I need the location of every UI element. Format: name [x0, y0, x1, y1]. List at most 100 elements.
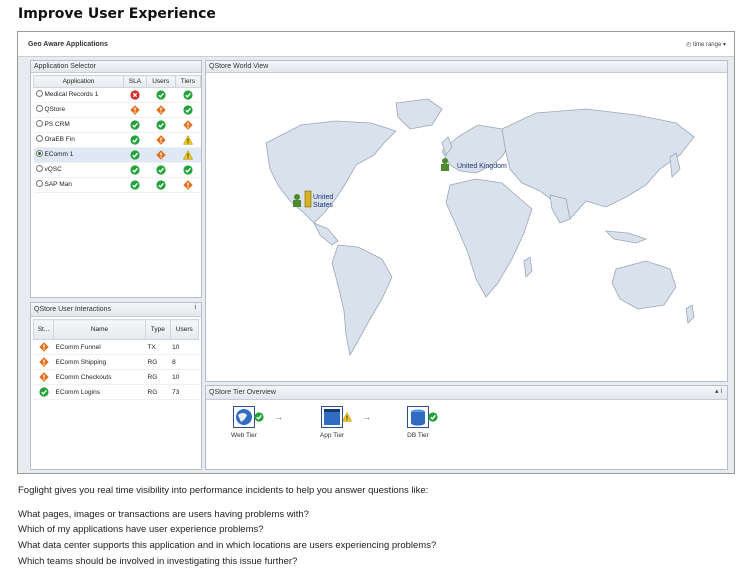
- ok-check-icon: [254, 412, 264, 422]
- critical-diamond-icon: [156, 105, 166, 115]
- tier-db-tier[interactable]: DB Tier: [396, 406, 440, 439]
- time-range-button[interactable]: ◴ time range ▾: [686, 41, 726, 48]
- interaction-type: RG: [145, 384, 171, 400]
- interaction-status-cell: [33, 384, 54, 400]
- critical-diamond-icon: [38, 357, 49, 367]
- application-row[interactable]: PS CRM: [33, 117, 201, 133]
- new-zealand-shape: [685, 304, 695, 324]
- column-status[interactable]: St...: [33, 319, 54, 340]
- column-sla[interactable]: SLA: [123, 75, 147, 88]
- interaction-status-cell: [33, 354, 54, 370]
- application-radio[interactable]: [35, 90, 43, 98]
- question-2: Which of my applications have user exper…: [18, 524, 264, 535]
- interaction-row[interactable]: EComm Funnel TX 10: [33, 339, 199, 355]
- sla-status-cell: [123, 132, 147, 148]
- application-row[interactable]: EComm 1: [33, 147, 201, 163]
- application-radio[interactable]: [35, 120, 43, 128]
- ok-check-icon: [183, 165, 193, 175]
- application-radio[interactable]: [35, 180, 43, 188]
- app-window-icon: [321, 406, 343, 428]
- application-cell: SAP Man: [33, 177, 124, 193]
- sla-status-cell: [123, 147, 147, 163]
- world-view-title: QStore World View: [206, 61, 727, 73]
- intro-text: Foglight gives you real time visibility …: [18, 485, 429, 496]
- info-icon[interactable]: i: [194, 304, 196, 311]
- application-radio[interactable]: [35, 165, 43, 173]
- question-3: What data center supports this applicati…: [18, 540, 437, 551]
- ok-check-icon: [130, 135, 140, 145]
- ok-check-icon: [428, 412, 438, 422]
- column-name[interactable]: Name: [53, 319, 146, 340]
- page-title: Improve User Experience: [18, 6, 216, 22]
- ok-check-icon: [183, 90, 193, 100]
- application-name: PS CRM: [44, 121, 70, 129]
- indonesia-shape: [604, 230, 648, 244]
- application-row[interactable]: SAP Man: [33, 177, 201, 193]
- interaction-name: EComm Logins: [53, 384, 146, 400]
- tiers-status-cell: [175, 102, 201, 118]
- application-radio[interactable]: [35, 105, 43, 113]
- application-row[interactable]: Medical Records 1: [33, 87, 201, 103]
- column-users[interactable]: Users: [169, 319, 200, 340]
- users-status-cell: [146, 102, 176, 118]
- users-status-cell: [146, 132, 176, 148]
- tier-connector-arrow-icon: →: [362, 412, 371, 422]
- greenland-shape: [395, 98, 443, 130]
- column-users[interactable]: Users: [145, 75, 176, 88]
- application-name: QStore: [44, 106, 66, 114]
- ok-check-icon: [130, 150, 140, 160]
- interaction-row[interactable]: EComm Shipping RG 8: [33, 354, 199, 370]
- tiers-status-cell: [175, 162, 201, 178]
- column-application[interactable]: Application: [33, 75, 124, 88]
- warning-triangle-icon: [182, 135, 193, 145]
- user-interactions-title: QStore User Interactions: [34, 306, 112, 313]
- critical-diamond-icon: [183, 180, 193, 190]
- users-status-cell: [146, 147, 176, 163]
- app-title: Geo Aware Applications: [28, 41, 108, 48]
- application-radio[interactable]: [35, 135, 43, 143]
- tier-overview-header: QStore Tier Overview ▴ i: [206, 386, 727, 400]
- column-type[interactable]: Type: [145, 319, 171, 340]
- interaction-type: RG: [145, 369, 171, 385]
- interaction-type: TX: [145, 339, 171, 355]
- application-cell: EComm 1: [33, 147, 124, 163]
- critical-diamond-icon: [156, 150, 166, 160]
- interaction-name: EComm Funnel: [53, 339, 146, 355]
- location-label-us-line2: States: [313, 202, 333, 209]
- application-row[interactable]: vQSC: [33, 162, 201, 178]
- interaction-status-cell: [33, 369, 54, 385]
- south-america-shape: [331, 244, 393, 357]
- ok-check-icon: [156, 180, 166, 190]
- application-name: Medical Records 1: [44, 91, 99, 99]
- world-map[interactable]: [206, 73, 727, 379]
- application-row[interactable]: OraEB Fin: [33, 132, 201, 148]
- australia-shape: [611, 260, 677, 310]
- tier-connector-arrow-icon: →: [274, 412, 283, 422]
- user-interactions-header: QStore User Interactions i: [31, 303, 201, 317]
- uk-location-marker[interactable]: [441, 158, 449, 171]
- question-4: Which teams should be involved in invest…: [18, 556, 298, 567]
- column-tiers[interactable]: Tiers: [174, 75, 202, 88]
- application-row[interactable]: QStore: [33, 102, 201, 118]
- interaction-row[interactable]: EComm Logins RG 73: [33, 384, 199, 400]
- asia-shape: [501, 108, 695, 220]
- critical-diamond-icon: [38, 372, 49, 382]
- interaction-name: EComm Shipping: [53, 354, 146, 370]
- interaction-row[interactable]: EComm Checkouts RG 10: [33, 369, 199, 385]
- sla-status-cell: [123, 87, 147, 103]
- tier-app-tier[interactable]: App Tier: [310, 406, 354, 439]
- interaction-status-cell: [33, 339, 54, 355]
- sla-status-cell: [123, 177, 147, 193]
- application-cell: Medical Records 1: [33, 87, 124, 103]
- tier-web-tier[interactable]: Web Tier: [222, 406, 266, 439]
- panel-controls[interactable]: ▴ i: [715, 387, 722, 395]
- world-view-panel: QStore World View United States United K…: [205, 60, 728, 382]
- sla-status-cell: [123, 102, 147, 118]
- ok-check-icon: [156, 120, 166, 130]
- application-cell: PS CRM: [33, 117, 124, 133]
- tiers-status-cell: [175, 87, 201, 103]
- location-label-us[interactable]: United States: [313, 194, 333, 210]
- location-label-uk[interactable]: United Kingdom: [457, 163, 507, 171]
- application-radio[interactable]: [35, 150, 43, 158]
- application-name: SAP Man: [44, 181, 72, 189]
